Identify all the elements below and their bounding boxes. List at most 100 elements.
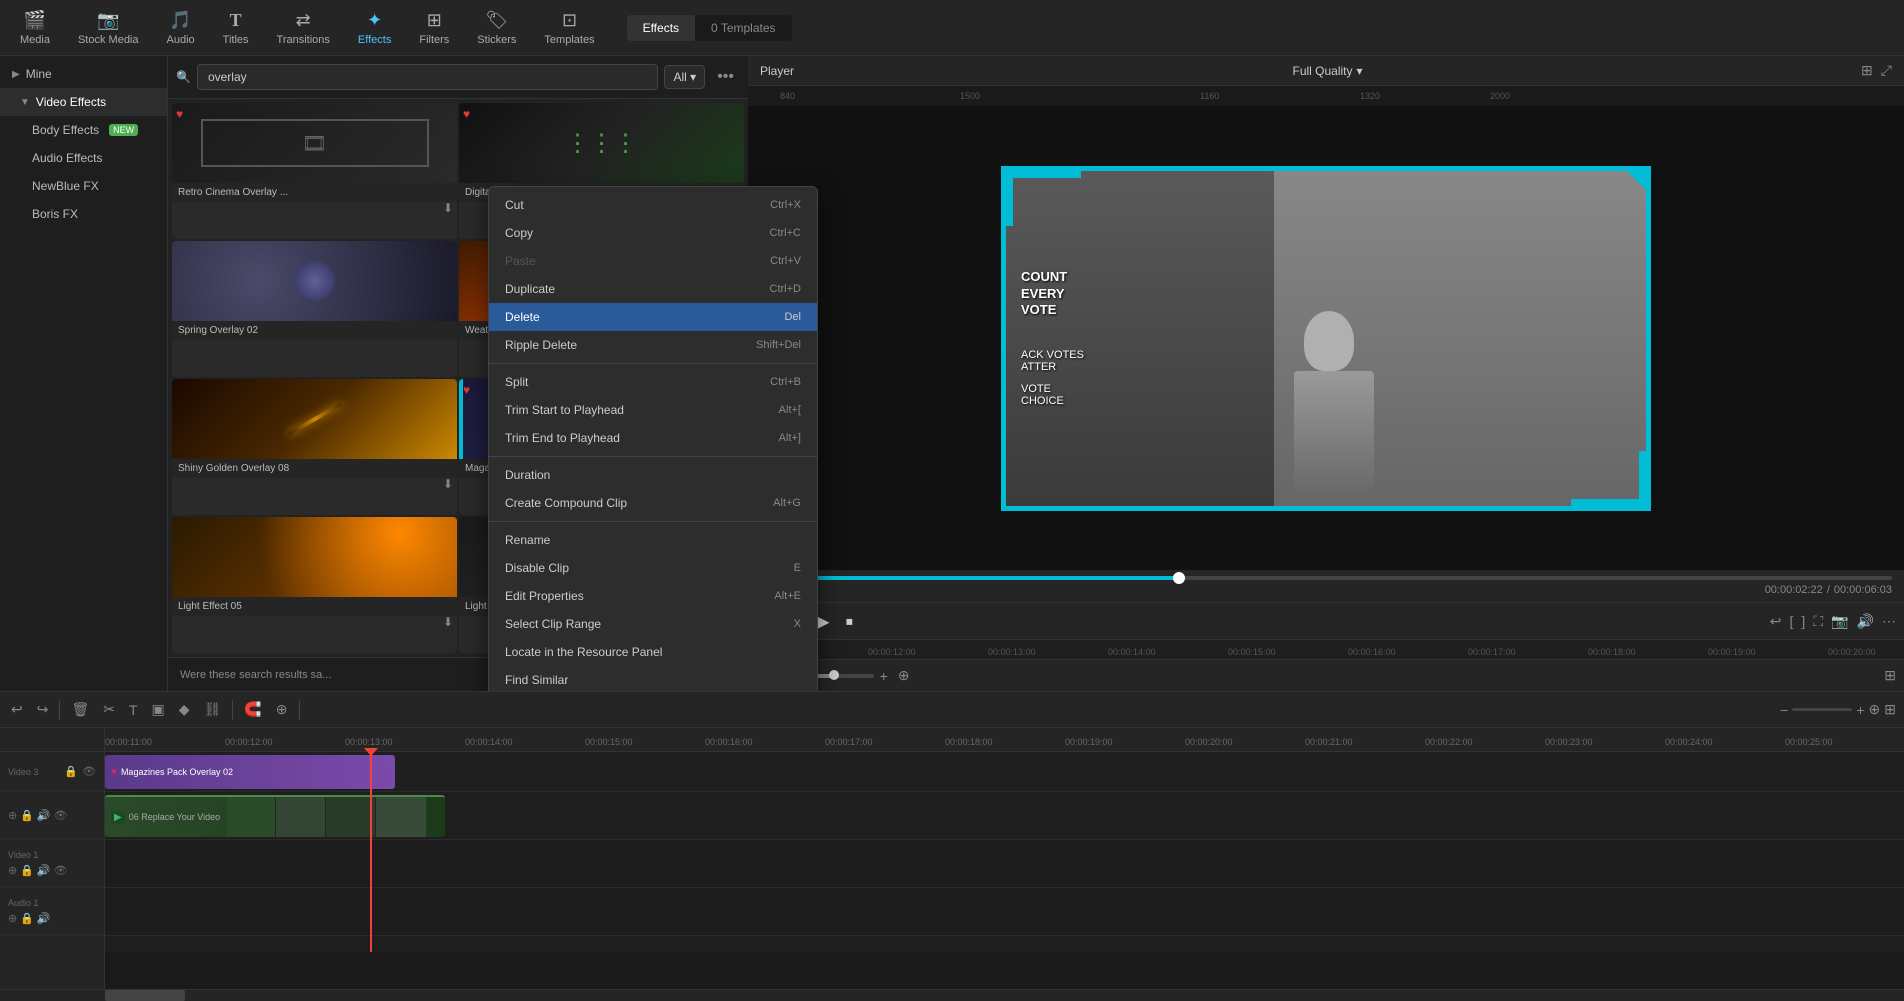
fullscreen-icon[interactable]: ⛶ xyxy=(1813,613,1823,630)
clip-end-icon[interactable]: ] xyxy=(1801,613,1805,629)
delete-tl-button[interactable]: 🗑 xyxy=(68,698,92,721)
clip-magazine-pack[interactable]: ♥ Magazines Pack Overlay 02 xyxy=(105,755,395,789)
effect-download-5[interactable]: ⬇ xyxy=(443,477,453,491)
effect-download-1[interactable]: ⬇ xyxy=(443,201,453,215)
grid-icon[interactable]: ⊞ xyxy=(1861,62,1873,79)
zoom-thumb[interactable] xyxy=(829,670,839,680)
snap-button[interactable]: ⊕ xyxy=(273,698,291,721)
ctx-trim-end[interactable]: Trim End to Playhead Alt+] xyxy=(489,424,817,452)
nav-stock-media[interactable]: 📷 Stock Media xyxy=(66,4,151,52)
track-a1-info: Audio 1 ⊕ 🔒 🔊 xyxy=(8,898,51,925)
ctx-trim-start[interactable]: Trim Start to Playhead Alt+[ xyxy=(489,396,817,424)
link-button[interactable]: ⛓ xyxy=(201,698,225,721)
nav-media[interactable]: 🎬 Media xyxy=(8,4,62,52)
v2-lock-icon[interactable]: 🔒 xyxy=(20,809,34,822)
ctx-create-compound[interactable]: Create Compound Clip Alt+G xyxy=(489,489,817,517)
effect-download-7[interactable]: ⬇ xyxy=(443,615,453,629)
audio-effects-label: Audio Effects xyxy=(32,151,103,165)
v3-eye-icon[interactable]: 👁 xyxy=(82,765,96,778)
effect-retro-cinema[interactable]: 🎞 ♥ ⬇ Retro Cinema Overlay ... xyxy=(172,103,457,239)
ctx-edit-properties[interactable]: Edit Properties Alt+E xyxy=(489,582,817,610)
magnet-tl-button[interactable]: 🧲 xyxy=(241,698,264,721)
nav-effects[interactable]: ✦ Effects xyxy=(346,4,403,52)
expand-icon[interactable]: ⤢ xyxy=(1881,62,1892,79)
v1-lock-icon[interactable]: 🔒 xyxy=(20,864,34,877)
nav-transitions[interactable]: ⇄ Transitions xyxy=(265,4,342,52)
quality-selector[interactable]: Full Quality ▾ xyxy=(1293,64,1363,78)
zoom-out-tl[interactable]: − xyxy=(1780,702,1788,718)
effect-spring[interactable]: Spring Overlay 02 xyxy=(172,241,457,377)
grid-view-icon[interactable]: ⊞ xyxy=(1884,667,1896,684)
v1-audio-icon[interactable]: 🔊 xyxy=(37,864,51,877)
panel-item-video-effects[interactable]: ▼ Video Effects xyxy=(0,88,167,116)
add-track-tl[interactable]: ⊕ xyxy=(1869,701,1881,718)
clip-start-icon[interactable]: [ xyxy=(1790,613,1794,629)
ctx-cut-shortcut: Ctrl+X xyxy=(770,199,801,211)
tab-effects[interactable]: Effects xyxy=(627,15,695,41)
loop-icon[interactable]: ↩ xyxy=(1770,613,1782,630)
search-more-button[interactable]: ••• xyxy=(711,66,740,88)
ctx-split[interactable]: Split Ctrl+B xyxy=(489,368,817,396)
panel-item-mine[interactable]: ▶ Mine xyxy=(0,60,167,88)
tl-zoom-slider[interactable] xyxy=(1792,708,1852,711)
search-input[interactable] xyxy=(197,64,659,90)
tl-ruler-tick-1: 00:00:12:00 xyxy=(868,647,916,657)
keyframe-button[interactable]: ◆ xyxy=(176,698,193,721)
text-tl-button[interactable]: T xyxy=(126,699,141,721)
undo-button[interactable]: ↩ xyxy=(8,698,26,721)
scrollbar-thumb[interactable] xyxy=(105,990,185,1001)
panel-item-boris-fx[interactable]: Boris FX xyxy=(0,200,167,228)
crop-button[interactable]: ▣ xyxy=(149,698,168,721)
nav-titles[interactable]: T Titles xyxy=(211,4,261,52)
settings-icon[interactable]: ⋯ xyxy=(1882,613,1896,630)
panel-item-newblue-fx[interactable]: NewBlue FX xyxy=(0,172,167,200)
ctx-select-clip-range[interactable]: Select Clip Range X xyxy=(489,610,817,638)
nav-audio[interactable]: 🎵 Audio xyxy=(155,4,207,52)
ctx-find-similar[interactable]: Find Similar xyxy=(489,666,817,691)
filter-dropdown[interactable]: All ▾ xyxy=(664,65,705,89)
clip-replace-video[interactable]: ▶ 06 Replace Your Video xyxy=(105,795,445,837)
toolbar-sep-1 xyxy=(59,700,60,720)
ctx-duration[interactable]: Duration xyxy=(489,461,817,489)
ctx-cut[interactable]: Cut Ctrl+X xyxy=(489,191,817,219)
ruler-tick-2: 00:00:13:00 xyxy=(345,737,393,747)
horizontal-scrollbar[interactable] xyxy=(0,989,1904,1001)
zoom-in-tl[interactable]: + xyxy=(1856,702,1864,718)
v2-audio-icon[interactable]: 🔊 xyxy=(37,809,51,822)
nav-stickers[interactable]: 🏷 Stickers xyxy=(465,4,528,52)
redo-button[interactable]: ↪ xyxy=(34,698,52,721)
ctx-disable-clip[interactable]: Disable Clip E xyxy=(489,554,817,582)
panel-item-audio-effects[interactable]: Audio Effects xyxy=(0,144,167,172)
a1-add-icon[interactable]: ⊕ xyxy=(8,912,17,925)
stop-button[interactable]: ⏹ xyxy=(846,613,853,630)
a1-audio-icon[interactable]: 🔊 xyxy=(37,912,51,925)
effect-golden[interactable]: ⬇ Shiny Golden Overlay 08 xyxy=(172,379,457,515)
grid-tl[interactable]: ⊞ xyxy=(1884,701,1896,718)
add-track-icon[interactable]: ⊕ xyxy=(898,667,910,684)
nav-filters[interactable]: ⊞ Filters xyxy=(407,4,461,52)
progress-thumb[interactable] xyxy=(1173,572,1185,584)
ctx-duplicate[interactable]: Duplicate Ctrl+D xyxy=(489,275,817,303)
panel-item-body-effects[interactable]: Body Effects NEW xyxy=(0,116,167,144)
v3-lock-icon[interactable]: 🔒 xyxy=(64,765,78,778)
a1-lock-icon[interactable]: 🔒 xyxy=(20,912,34,925)
ctx-copy[interactable]: Copy Ctrl+C xyxy=(489,219,817,247)
snapshot-icon[interactable]: 📷 xyxy=(1831,613,1848,630)
ctx-rename[interactable]: Rename xyxy=(489,526,817,554)
v2-add-icon[interactable]: ⊕ xyxy=(8,809,17,822)
ctx-ripple-delete[interactable]: Ripple Delete Shift+Del xyxy=(489,331,817,359)
v2-eye-icon[interactable]: 👁 xyxy=(54,809,68,822)
v1-add-icon[interactable]: ⊕ xyxy=(8,864,17,877)
timeline-tracks-scroll[interactable]: 00:00:11:0000:00:12:0000:00:13:0000:00:1… xyxy=(105,728,1904,989)
ruler-tick-3: 00:00:14:00 xyxy=(465,737,513,747)
effect-light[interactable]: ⬇ Light Effect 05 xyxy=(172,517,457,653)
tab-templates[interactable]: 0 Templates xyxy=(695,15,791,41)
nav-templates[interactable]: ⊡ Templates xyxy=(532,4,606,52)
ctx-delete[interactable]: Delete Del xyxy=(489,303,817,331)
zoom-in-icon[interactable]: + xyxy=(880,668,888,684)
volume-icon[interactable]: 🔊 xyxy=(1857,613,1874,630)
v1-eye-icon[interactable]: 👁 xyxy=(54,864,68,877)
progress-bar[interactable] xyxy=(760,576,1892,580)
cut-tl-button[interactable]: ✂ xyxy=(100,698,118,721)
ctx-locate-resource[interactable]: Locate in the Resource Panel xyxy=(489,638,817,666)
